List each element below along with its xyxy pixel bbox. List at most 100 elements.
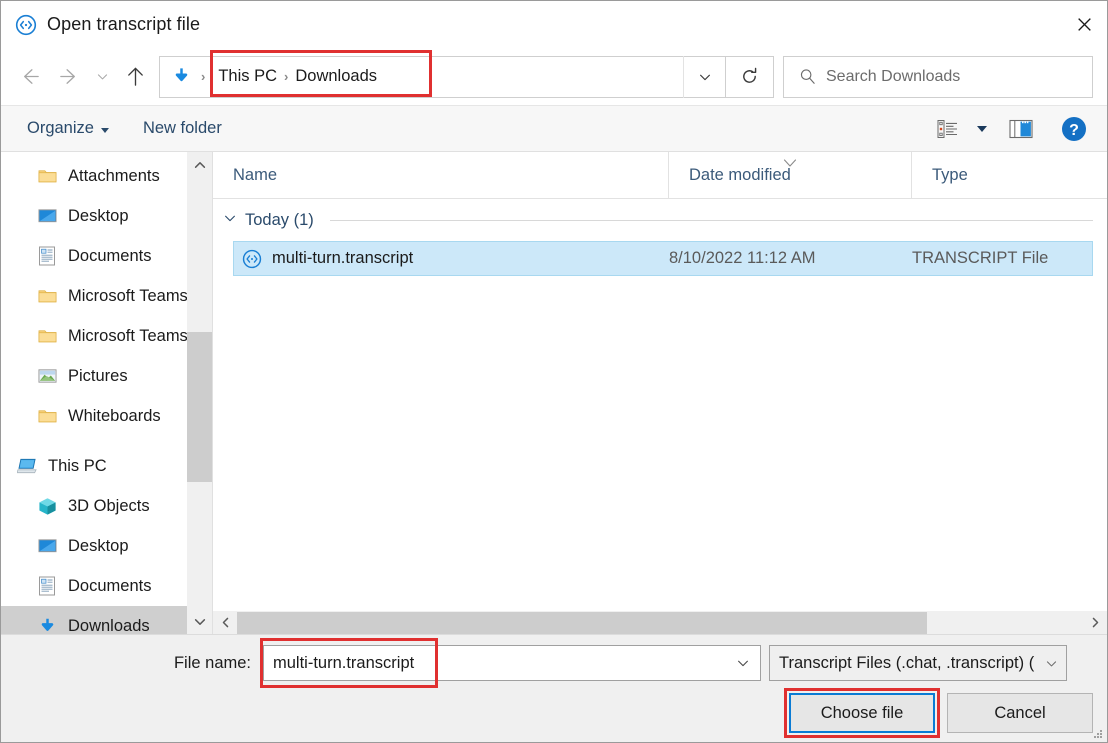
breadcrumb-item-downloads[interactable]: Downloads (295, 67, 377, 86)
folder-icon (35, 324, 59, 348)
close-icon (1077, 18, 1091, 31)
recent-locations-button[interactable] (89, 57, 115, 97)
sidebar-item-label: 3D Objects (68, 496, 150, 515)
sidebar-item-pictures[interactable]: Pictures (1, 356, 212, 396)
file-list-horizontal-scrollbar[interactable] (213, 610, 1107, 634)
sidebar-item-documents[interactable]: Documents (1, 566, 212, 606)
sidebar-item-label: Desktop (68, 536, 129, 555)
file-name-row: File name: Transcript Files (.chat, .tra… (1, 638, 1107, 688)
sidebar-item-microsoft-teams[interactable]: Microsoft Teams (1, 276, 212, 316)
title-bar: Open transcript file (1, 1, 1107, 48)
pictures-icon (35, 364, 59, 388)
column-header-date-label: Date modified (689, 165, 791, 184)
choose-file-button[interactable]: Choose file (789, 693, 935, 733)
documents-icon (35, 244, 59, 268)
chevron-down-icon (194, 618, 205, 625)
sidebar-vertical-scrollbar[interactable] (187, 152, 212, 634)
sidebar-item-downloads[interactable]: Downloads (1, 606, 212, 634)
breadcrumb-separator-0: › (201, 69, 206, 84)
breadcrumb-item-this-pc[interactable]: This PC (218, 67, 277, 86)
sidebar-item-attachments[interactable]: Attachments (1, 156, 212, 196)
refresh-icon (743, 67, 757, 83)
sidebar-item-label: Documents (68, 246, 152, 265)
sidebar-item-3d-objects[interactable]: 3D Objects (1, 486, 212, 526)
group-header-label: Today (1) (245, 210, 314, 229)
arrow-left-icon (23, 69, 39, 84)
preview-pane-button[interactable] (1003, 109, 1039, 149)
sidebar-item-microsoft-teams[interactable]: Microsoft Teams (1, 316, 212, 356)
file-name-dropdown-button[interactable] (726, 646, 760, 680)
up-button[interactable] (115, 57, 155, 97)
chevron-right-icon (1092, 617, 1098, 628)
help-button[interactable]: ? (1055, 109, 1093, 149)
transcript-file-icon (242, 249, 262, 269)
svg-text:?: ? (1069, 122, 1079, 139)
folder-icon (35, 284, 59, 308)
forward-button[interactable] (49, 57, 89, 97)
file-name-input[interactable] (264, 653, 726, 673)
close-button[interactable] (1061, 1, 1107, 48)
breadcrumb-dropdown-button[interactable] (683, 55, 725, 98)
sidebar-item-label: Microsoft Teams (68, 286, 188, 305)
sidebar-item-label: Desktop (68, 206, 129, 225)
resize-grip-icon[interactable] (1092, 727, 1104, 739)
sidebar-item-this-pc[interactable]: This PC (1, 446, 212, 486)
file-type-combobox[interactable]: Transcript Files (.chat, .transcript) ( (769, 645, 1067, 681)
open-file-dialog: Open transcript file › This PC › Downloa… (0, 0, 1108, 743)
sidebar-item-label: Documents (68, 576, 152, 595)
dialog-title: Open transcript file (47, 14, 201, 34)
chevron-down-icon (738, 660, 748, 667)
file-row-name: multi-turn.transcript (234, 249, 669, 269)
hscrollbar-track[interactable] (237, 611, 1083, 635)
column-header-name[interactable]: Name (213, 152, 668, 198)
3d-objects-icon (35, 494, 59, 518)
scrollbar-track[interactable] (187, 177, 212, 609)
file-type-dropdown-icon[interactable] (1036, 657, 1066, 670)
column-header-type[interactable]: Type (911, 152, 1107, 198)
documents-icon (35, 574, 59, 598)
column-header-name-label: Name (233, 165, 278, 184)
sidebar-item-whiteboards[interactable]: Whiteboards (1, 396, 212, 436)
breadcrumb: This PC › Downloads (212, 67, 377, 86)
search-input[interactable] (826, 67, 1092, 86)
cancel-button[interactable]: Cancel (947, 693, 1093, 733)
group-collapse-icon[interactable] (223, 211, 237, 230)
scroll-down-button[interactable] (187, 609, 212, 634)
refresh-button[interactable] (726, 55, 774, 98)
hscrollbar-thumb[interactable] (237, 611, 927, 634)
scroll-right-button[interactable] (1083, 611, 1107, 635)
scroll-left-button[interactable] (213, 611, 237, 635)
sidebar-item-desktop[interactable]: Desktop (1, 526, 212, 566)
chevron-down-icon (97, 74, 107, 80)
organize-button[interactable]: Organize (27, 119, 109, 138)
search-box[interactable] (783, 55, 1093, 98)
folder-icon (35, 404, 59, 428)
column-header-type-label: Type (932, 165, 968, 184)
breadcrumb-bar[interactable]: › This PC › Downloads (159, 49, 726, 98)
column-headers: Name Date modified Type (213, 152, 1107, 199)
file-name-label: File name: (173, 653, 251, 672)
view-options-button[interactable] (931, 109, 965, 149)
cancel-label: Cancel (994, 703, 1046, 722)
file-name-combobox[interactable] (260, 638, 761, 688)
scroll-up-button[interactable] (187, 152, 212, 177)
chevron-down-icon (699, 74, 710, 80)
view-options-icon (937, 119, 957, 138)
dialog-body: Attachments Desktop Documents Microsoft Tea… (1, 152, 1107, 634)
chevron-up-icon (194, 161, 205, 168)
view-options-caret-icon[interactable] (977, 125, 987, 132)
column-header-date-modified[interactable]: Date modified (668, 152, 911, 198)
group-header-today[interactable]: Today (1) (213, 199, 1107, 241)
file-row-date: 8/10/2022 11:12 AM (669, 249, 816, 267)
folder-icon (35, 164, 59, 188)
new-folder-button[interactable]: New folder (143, 119, 222, 138)
arrow-right-icon (59, 69, 75, 84)
search-icon (788, 68, 826, 85)
scrollbar-thumb[interactable] (187, 332, 212, 482)
table-row[interactable]: multi-turn.transcript 8/10/2022 11:12 AM… (233, 241, 1093, 276)
command-toolbar: Organize New folder ? (1, 105, 1107, 152)
sidebar-item-desktop[interactable]: Desktop (1, 196, 212, 236)
sidebar-item-documents[interactable]: Documents (1, 236, 212, 276)
back-button[interactable] (9, 57, 49, 97)
